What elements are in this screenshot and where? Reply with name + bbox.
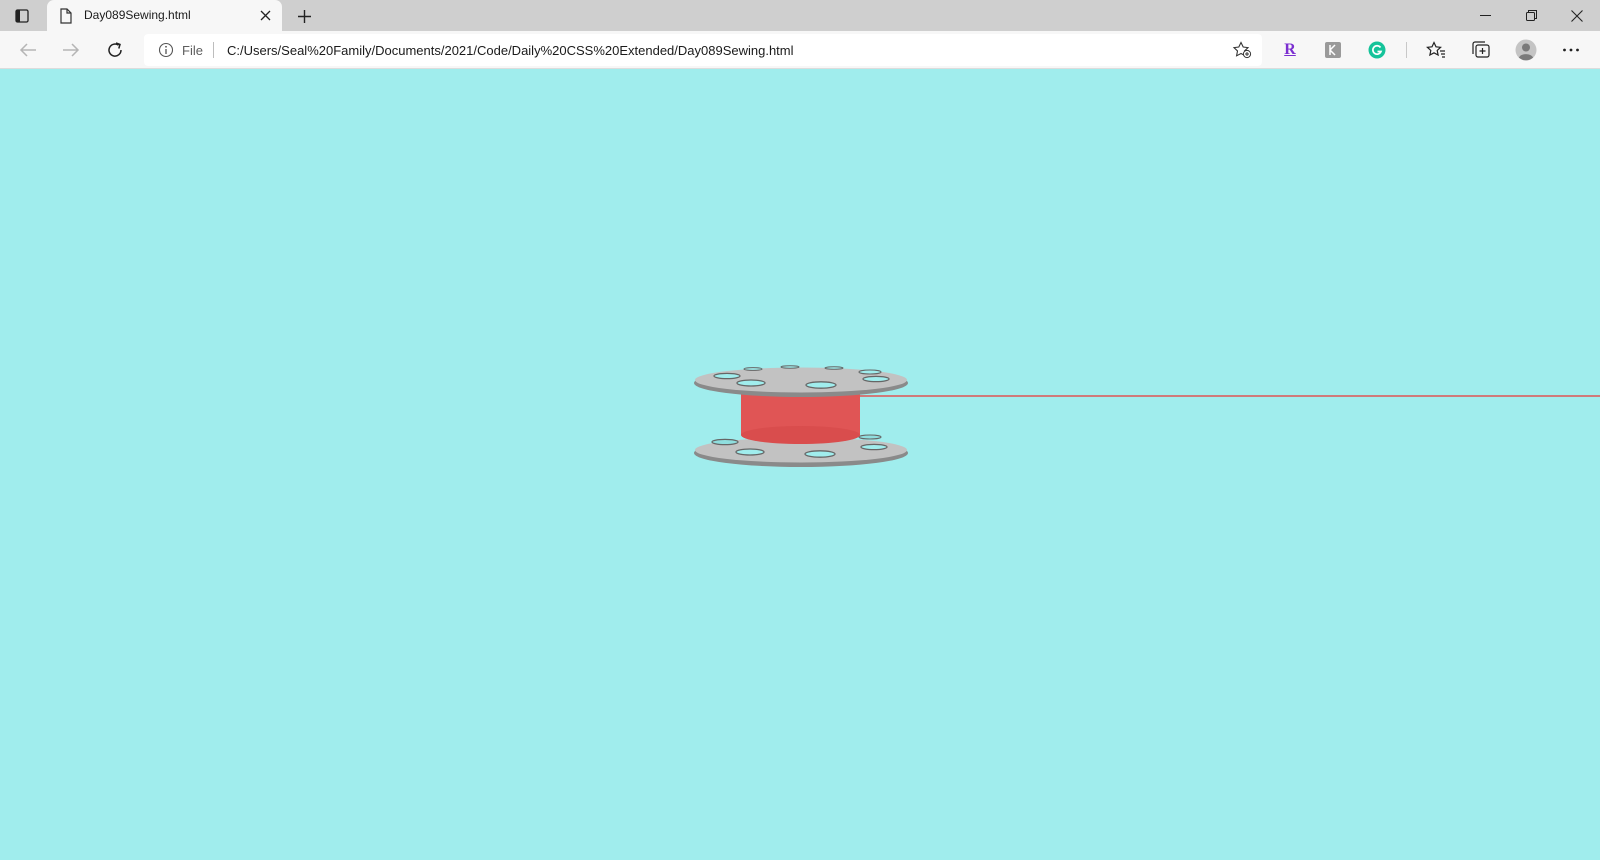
bobbin-top-disc (694, 365, 908, 397)
scheme-label: File (182, 43, 203, 58)
page-icon (60, 8, 72, 24)
profile-button[interactable] (1515, 39, 1537, 61)
grammarly-icon (1368, 41, 1386, 59)
forward-arrow-icon (63, 43, 80, 57)
r-extension-icon: R (1284, 41, 1296, 58)
address-bar[interactable]: File C:/Users/Seal%20Family/Documents/20… (144, 34, 1262, 66)
disc-hole (860, 443, 888, 451)
grammarly-button[interactable] (1366, 39, 1388, 61)
more-options-icon (1563, 48, 1579, 52)
tab-title: Day089Sewing.html (84, 8, 191, 22)
disc-hole (711, 438, 739, 446)
plus-icon (297, 9, 311, 23)
disc-hole (805, 381, 837, 389)
disc-hole (804, 450, 836, 458)
back-arrow-icon (19, 43, 36, 57)
favorites-icon (1426, 41, 1445, 58)
close-window-button[interactable] (1554, 0, 1600, 31)
disc-hole (743, 367, 763, 371)
refresh-button[interactable] (104, 39, 126, 61)
new-tab-button[interactable] (294, 6, 314, 26)
browser-toolbar: File C:/Users/Seal%20Family/Documents/20… (0, 31, 1600, 69)
bobbin-scene (694, 365, 1600, 467)
address-divider (213, 42, 214, 58)
bobbin-thread-core (741, 389, 860, 444)
avatar (1515, 39, 1537, 61)
favorites-button[interactable] (1425, 39, 1447, 61)
restore-button[interactable] (1508, 0, 1554, 31)
disc-hole (780, 365, 800, 369)
toolbar-divider (1406, 42, 1407, 58)
close-icon (260, 10, 270, 20)
disc-hole (858, 369, 882, 375)
disc-hole (713, 372, 741, 380)
reader-extension-button[interactable] (1322, 39, 1344, 61)
page-viewport (0, 69, 1600, 860)
tab-actions-button[interactable] (12, 6, 32, 26)
close-icon (1571, 9, 1583, 22)
add-favorite-icon[interactable] (1232, 41, 1252, 59)
forward-button[interactable] (60, 39, 82, 61)
restore-icon (1525, 10, 1537, 21)
minimize-icon (1479, 15, 1491, 16)
url-text[interactable]: C:/Users/Seal%20Family/Documents/2021/Co… (227, 43, 794, 58)
minimize-button[interactable] (1462, 0, 1508, 31)
tab-actions-icon (15, 9, 29, 23)
back-button[interactable] (17, 39, 39, 61)
refresh-icon (108, 42, 122, 57)
active-tab[interactable]: Day089Sewing.html (47, 0, 282, 31)
tab-close-button[interactable] (257, 7, 273, 23)
disc-hole (862, 375, 890, 383)
disc-hole (858, 434, 882, 440)
info-icon[interactable] (158, 42, 174, 58)
disc-hole (735, 448, 765, 456)
disc-hole (736, 379, 766, 387)
reader-extension-icon (1325, 42, 1341, 58)
collections-button[interactable] (1470, 39, 1492, 61)
disc-hole (824, 366, 844, 370)
settings-menu-button[interactable] (1560, 39, 1582, 61)
collections-icon (1472, 41, 1490, 58)
tab-strip: Day089Sewing.html (0, 0, 1600, 31)
r-extension-button[interactable]: R (1279, 39, 1301, 61)
